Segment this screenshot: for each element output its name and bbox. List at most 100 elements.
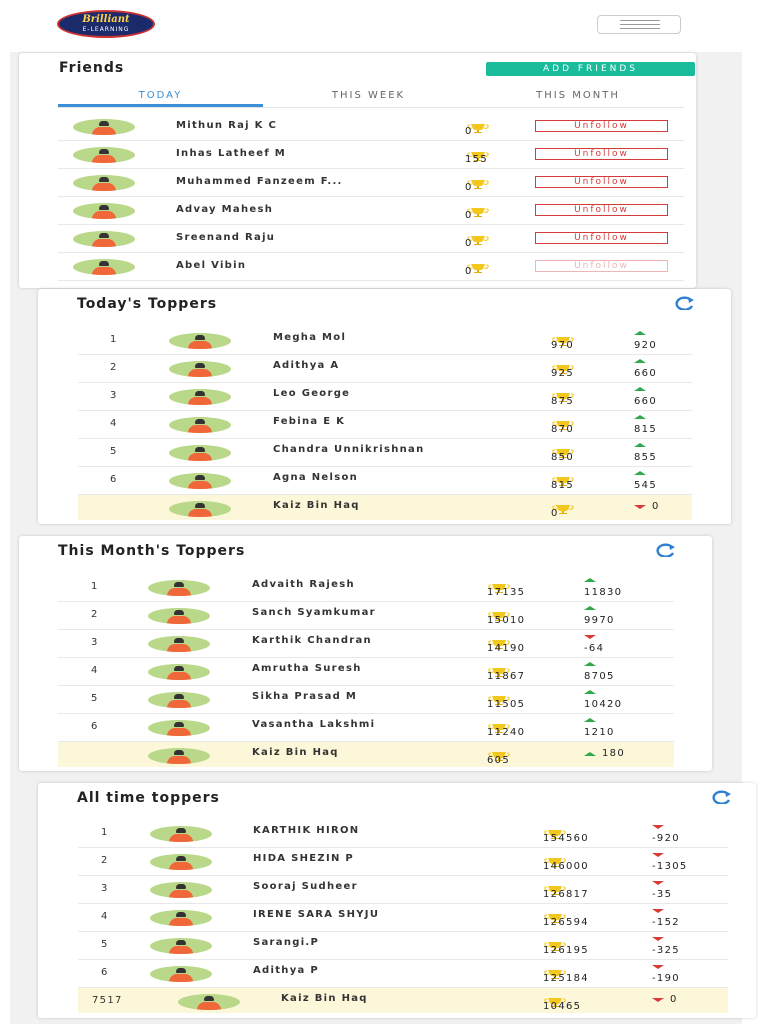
topper-score: 14190: [487, 643, 526, 654]
avatar: [73, 119, 135, 135]
trend-up-icon: [584, 662, 596, 666]
topper-name[interactable]: Sarangi.P: [253, 937, 319, 948]
avatar: [148, 720, 210, 736]
topper-change: 855: [634, 452, 657, 463]
avatar-body: [92, 155, 116, 163]
trend-down-icon: [652, 853, 664, 857]
trophy-icon: [543, 824, 567, 839]
rank-number: 6: [101, 967, 109, 978]
refresh-icon[interactable]: [672, 296, 698, 310]
avatar-body: [167, 616, 191, 624]
trend-up-icon: [584, 690, 596, 694]
tab-today[interactable]: TODAY: [58, 90, 263, 104]
refresh-icon[interactable]: [653, 543, 679, 557]
topper-score: 850: [551, 452, 574, 463]
avatar-hair: [195, 419, 205, 424]
friend-score: 155: [465, 154, 488, 165]
friend-name[interactable]: Inhas Latheef M: [176, 148, 286, 159]
hamburger-menu-button[interactable]: [597, 15, 681, 34]
avatar: [150, 882, 212, 898]
friend-name[interactable]: Muhammed Fanzeem F...: [176, 176, 343, 187]
friend-name[interactable]: Mithun Raj K C: [176, 120, 277, 131]
friend-score: 0: [465, 210, 473, 221]
avatar: [169, 473, 231, 489]
rank-number: 7517: [92, 995, 123, 1006]
unfollow-button[interactable]: Unfollow: [535, 148, 668, 160]
trophy-icon: [543, 992, 567, 1007]
alltime-toppers-title: All time toppers: [77, 790, 220, 806]
unfollow-button[interactable]: Unfollow: [535, 232, 668, 244]
avatar-hair: [195, 363, 205, 368]
trend-down-icon: [584, 635, 596, 639]
unfollow-button[interactable]: Unfollow: [535, 260, 668, 272]
topper-name[interactable]: Adithya P: [253, 965, 319, 976]
trophy-icon: [551, 499, 575, 514]
topper-change: -920: [652, 833, 680, 844]
avatar-body: [92, 183, 116, 191]
avatar-body: [188, 397, 212, 405]
menu-icon-bar: [620, 24, 660, 25]
trophy-icon: [543, 880, 567, 895]
topper-score: 10465: [543, 1001, 582, 1012]
topper-change: 920: [634, 340, 657, 351]
topper-change: 545: [634, 480, 657, 491]
trophy-icon: [551, 415, 575, 430]
topper-name[interactable]: Chandra Unnikrishnan: [273, 444, 425, 455]
topper-name[interactable]: Kaiz Bin Haq: [252, 747, 339, 758]
topper-score: 125184: [543, 973, 589, 984]
trophy-icon: [543, 908, 567, 923]
avatar-hair: [204, 996, 214, 1001]
menu-icon: [620, 20, 660, 21]
unfollow-button[interactable]: Unfollow: [535, 176, 668, 188]
friend-name[interactable]: Abel Vibin: [176, 260, 246, 271]
topper-score: 925: [551, 368, 574, 379]
topper-name[interactable]: Kaiz Bin Haq: [273, 500, 360, 511]
topper-name[interactable]: Kaiz Bin Haq: [281, 993, 368, 1004]
topper-name[interactable]: Sooraj Sudheer: [253, 881, 358, 892]
avatar-hair: [99, 149, 109, 154]
topper-name[interactable]: Sanch Syamkumar: [252, 607, 376, 618]
tab-this-month[interactable]: THIS MONTH: [474, 90, 682, 104]
friend-name[interactable]: Sreenand Raju: [176, 232, 275, 243]
topper-name[interactable]: Karthik Chandran: [252, 635, 372, 646]
avatar-body: [188, 481, 212, 489]
topper-name[interactable]: Febina E K: [273, 416, 345, 427]
topper-name[interactable]: KARTHIK HIRON: [253, 825, 359, 836]
topper-name[interactable]: Vasantha Lakshmi: [252, 719, 375, 730]
topper-score: 605: [487, 755, 510, 766]
topper-name[interactable]: Amrutha Suresh: [252, 663, 362, 674]
refresh-icon[interactable]: [709, 790, 735, 804]
topper-name[interactable]: IRENE SARA SHYJU: [253, 909, 379, 920]
rank-number: 1: [110, 334, 118, 345]
trend-down-icon: [652, 965, 664, 969]
unfollow-button[interactable]: Unfollow: [535, 204, 668, 216]
trophy-icon: [543, 852, 567, 867]
avatar-body: [169, 862, 193, 870]
topper-change: -35: [652, 889, 673, 900]
topper-name[interactable]: Leo George: [273, 388, 350, 399]
avatar: [150, 938, 212, 954]
unfollow-button[interactable]: Unfollow: [535, 120, 668, 132]
trend-up-icon: [634, 471, 646, 475]
tab-this-week[interactable]: THIS WEEK: [266, 90, 471, 104]
friend-name[interactable]: Advay Mahesh: [176, 204, 273, 215]
topper-name[interactable]: HIDA SHEZIN P: [253, 853, 354, 864]
topper-change: 815: [634, 424, 657, 435]
avatar-hair: [174, 750, 184, 755]
topper-score: 17135: [487, 587, 526, 598]
friend-score: 0: [465, 238, 473, 249]
topper-name[interactable]: Advaith Rajesh: [252, 579, 355, 590]
trophy-icon: [551, 331, 575, 346]
brilliant-logo[interactable]: Brilliant E-LEARNING: [57, 10, 155, 38]
avatar-body: [167, 728, 191, 736]
avatar-hair: [174, 694, 184, 699]
topper-name[interactable]: Sikha Prasad M: [252, 691, 357, 702]
topper-change: -152: [652, 917, 680, 928]
topper-name[interactable]: Adithya A: [273, 360, 339, 371]
trend-up-icon: [634, 387, 646, 391]
todays-toppers-title: Today's Toppers: [77, 296, 218, 312]
topper-name[interactable]: Agna Nelson: [273, 472, 358, 483]
avatar: [169, 361, 231, 377]
topper-name[interactable]: Megha Mol: [273, 332, 346, 343]
add-friends-button[interactable]: ADD FRIENDS: [486, 62, 695, 76]
